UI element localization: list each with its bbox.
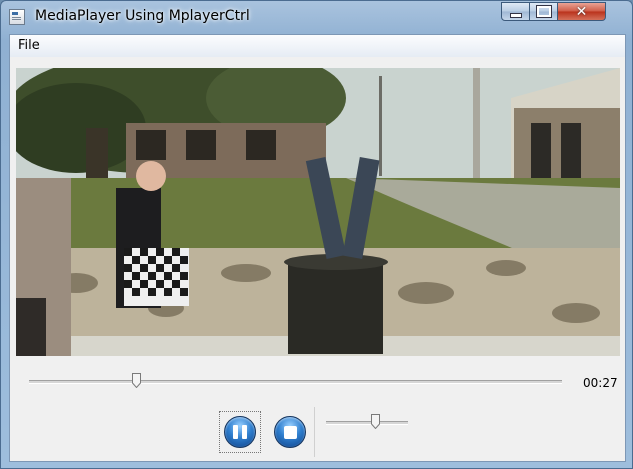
video-display[interactable] <box>16 68 620 356</box>
pause-icon <box>224 416 256 448</box>
menu-file[interactable]: File <box>16 38 42 53</box>
close-icon: ✕ <box>575 3 588 20</box>
video-frame <box>16 68 620 356</box>
maximize-button[interactable] <box>530 2 558 21</box>
elapsed-time: 00:27 <box>583 376 618 390</box>
stop-button[interactable] <box>269 411 311 453</box>
minimize-icon <box>509 12 522 18</box>
volume-slider-thumb[interactable] <box>371 414 381 429</box>
minimize-button[interactable] <box>501 2 530 21</box>
seek-slider-track[interactable] <box>29 380 562 384</box>
app-icon[interactable] <box>9 9 25 25</box>
title-bar[interactable]: MediaPlayer Using MplayerCtrl ✕ <box>1 1 632 33</box>
volume-divider <box>314 407 315 457</box>
volume-slider-track[interactable] <box>326 421 408 425</box>
window-title: MediaPlayer Using MplayerCtrl <box>35 8 250 24</box>
menu-bar: File <box>10 35 625 57</box>
stop-icon <box>274 416 306 448</box>
close-button[interactable]: ✕ <box>558 2 606 21</box>
client-area: File 00:27 <box>9 34 626 462</box>
pause-button[interactable] <box>219 411 261 453</box>
app-window: MediaPlayer Using MplayerCtrl ✕ File 00:… <box>0 0 633 469</box>
maximize-icon <box>536 6 551 17</box>
seek-slider-thumb[interactable] <box>131 373 141 388</box>
